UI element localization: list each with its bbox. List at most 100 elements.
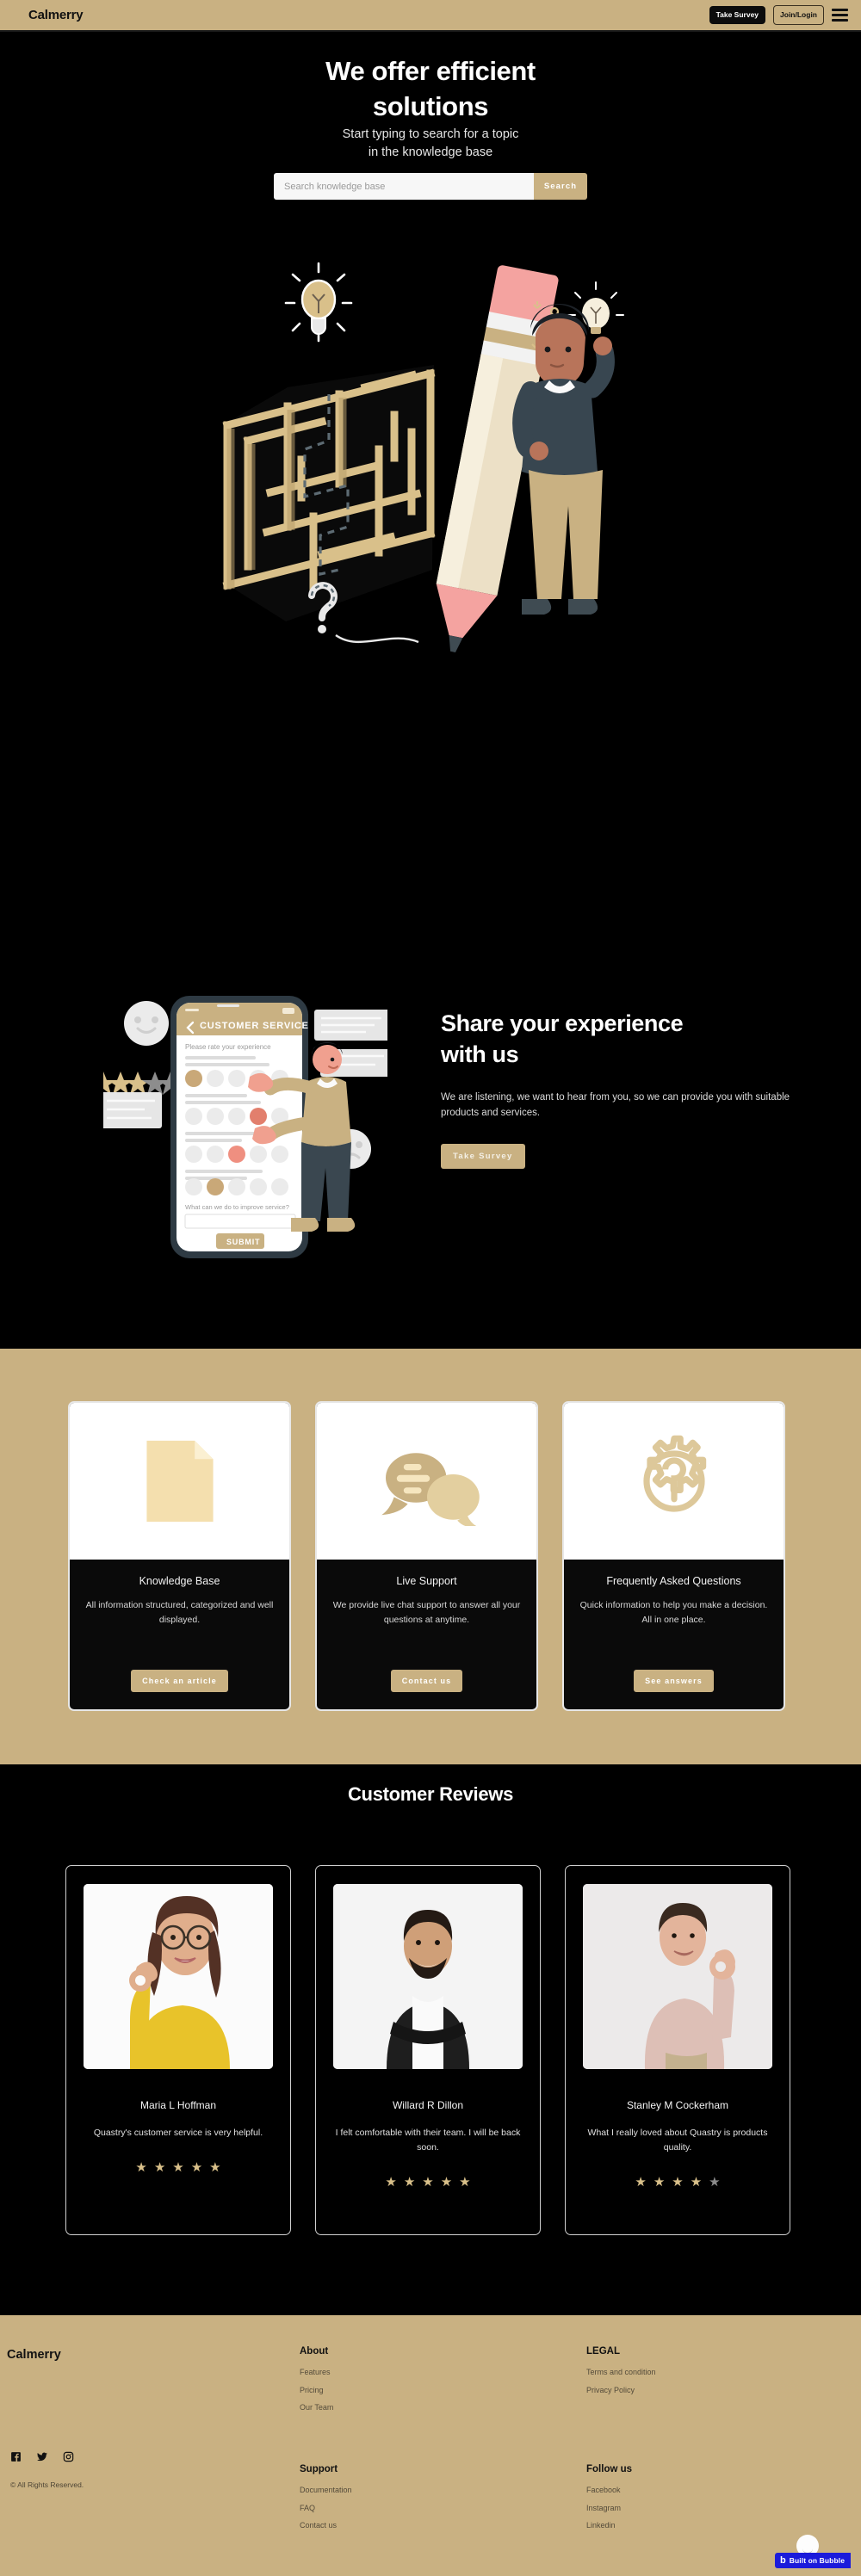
- footer-link-linkedin[interactable]: Linkedin: [586, 2521, 632, 2530]
- star-icon: ★: [403, 2174, 416, 2190]
- hero-subtitle-line-1: Start typing to search for a topic: [342, 127, 519, 141]
- man-black-shirt-arms-crossed-photo: [333, 1884, 523, 2069]
- facebook-icon[interactable]: [10, 2451, 22, 2462]
- star-icon: ★: [653, 2174, 666, 2190]
- star-icon: ★: [440, 2174, 453, 2190]
- share-title-line-1: Share your experience: [441, 1010, 684, 1036]
- star-icon: ★: [635, 2174, 647, 2190]
- maze-pencil-person-illustration: [207, 251, 654, 699]
- feature-card-body: Knowledge Base All information structure…: [70, 1560, 289, 1709]
- join-login-button[interactable]: Join/Login: [773, 5, 824, 25]
- feature-card-body: Live Support We provide live chat suppor…: [317, 1560, 536, 1709]
- rating-stars: ★ ★ ★ ★ ★: [635, 2176, 720, 2189]
- footer-link-facebook[interactable]: Facebook: [586, 2486, 632, 2494]
- footer-link-our-team[interactable]: Our Team: [300, 2403, 333, 2412]
- hero-subtitle-line-2: in the knowledge base: [368, 145, 493, 160]
- feature-card-live-support[interactable]: Live Support We provide live chat suppor…: [315, 1401, 538, 1711]
- built-on-bubble-badge[interactable]: b Built on Bubble: [775, 2553, 852, 2568]
- site-footer: Calmerry © All Rights Reserved. About Fe…: [0, 2315, 861, 2576]
- twitter-icon[interactable]: [36, 2451, 48, 2462]
- see-answers-button[interactable]: See answers: [634, 1670, 714, 1692]
- check-an-article-button[interactable]: Check an article: [131, 1670, 228, 1692]
- footer-copyright: © All Rights Reserved.: [10, 2480, 84, 2489]
- feature-card-body: Frequently Asked Questions Quick informa…: [564, 1560, 784, 1709]
- svg-text:Please rate your experience: Please rate your experience: [185, 1043, 271, 1051]
- site-header: Calmerry Take Survey Join/Login: [0, 0, 861, 32]
- search-input[interactable]: [274, 173, 534, 200]
- review-card: Maria L Hoffman Quastry's customer servi…: [65, 1865, 291, 2235]
- take-survey-cta-button[interactable]: Take Survey: [441, 1144, 525, 1170]
- footer-link-instagram[interactable]: Instagram: [586, 2504, 632, 2512]
- share-title-line-2: with us: [441, 1041, 519, 1067]
- footer-column-legal: LEGAL Terms and condition Privacy Policy: [586, 2346, 656, 2403]
- star-icon: ★: [459, 2174, 471, 2190]
- page-root: Calmerry Take Survey Join/Login We offer…: [0, 0, 861, 2576]
- feature-card-desc: All information structured, categorized …: [85, 1600, 274, 1625]
- feature-card-faq[interactable]: Frequently Asked Questions Quick informa…: [562, 1401, 785, 1711]
- search-bar: Search: [0, 173, 861, 200]
- footer-brand[interactable]: Calmerry: [7, 2348, 61, 2362]
- take-survey-button[interactable]: Take Survey: [709, 6, 766, 24]
- footer-link-contact-us[interactable]: Contact us: [300, 2521, 352, 2530]
- chat-bubbles-icon: [317, 1403, 536, 1560]
- review-card: Stanley M Cockerham What I really loved …: [565, 1865, 790, 2235]
- footer-link-pricing[interactable]: Pricing: [300, 2386, 333, 2394]
- star-icon: ★: [153, 2159, 166, 2175]
- page-title: We offer efficient solutions: [0, 54, 861, 125]
- footer-link-terms[interactable]: Terms and condition: [586, 2368, 656, 2376]
- hamburger-icon[interactable]: [832, 7, 848, 23]
- footer-column-heading: LEGAL: [586, 2346, 620, 2357]
- customer-service-survey-phone-illustration: CUSTOMER SERVICE Please rate your experi…: [90, 970, 391, 1263]
- reviewer-name: Willard R Dillon: [392, 2099, 463, 2111]
- gear-question-icon: [564, 1403, 784, 1560]
- star-icon: ★: [672, 2174, 684, 2190]
- hero-subtitle: Start typing to search for a topic in th…: [0, 126, 861, 162]
- feature-card-title: Knowledge Base: [139, 1575, 220, 1587]
- instagram-icon[interactable]: [63, 2451, 74, 2462]
- bubble-logo-icon: b: [780, 2554, 786, 2566]
- footer-column-follow-us: Follow us Facebook Instagram Linkedin: [586, 2464, 632, 2539]
- star-icon: ★: [190, 2159, 203, 2175]
- footer-link-privacy[interactable]: Privacy Policy: [586, 2386, 656, 2394]
- reviews-section: Customer Reviews Maria L Hoffman Quastry…: [0, 1764, 861, 2315]
- built-on-bubble-label: Built on Bubble: [789, 2556, 846, 2565]
- contact-us-button[interactable]: Contact us: [390, 1670, 463, 1692]
- share-body-text: We are listening, we want to hear from y…: [441, 1091, 790, 1119]
- feature-card-title: Live Support: [396, 1575, 457, 1587]
- feature-card-title: Frequently Asked Questions: [606, 1575, 741, 1587]
- footer-link-features[interactable]: Features: [300, 2368, 333, 2376]
- man-pink-sweater-ok-gesture-photo: [583, 1884, 772, 2069]
- star-icon: ★: [422, 2174, 434, 2190]
- feature-card-knowledge-base[interactable]: Knowledge Base All information structure…: [68, 1401, 291, 1711]
- star-icon: ★: [690, 2174, 703, 2190]
- share-title: Share your experience with us: [441, 1009, 828, 1071]
- share-text-block: Share your experience with us We are lis…: [441, 1009, 828, 1170]
- footer-column-about: About Features Pricing Our Team: [300, 2346, 333, 2421]
- search-button[interactable]: Search: [534, 173, 587, 200]
- star-icon: ★: [209, 2159, 221, 2175]
- review-text: What I really loved about Quastry is pro…: [587, 2128, 768, 2153]
- reviewer-name: Maria L Hoffman: [139, 2099, 217, 2111]
- rating-stars: ★ ★ ★ ★ ★: [135, 2161, 220, 2174]
- review-text: I felt comfortable with their team. I wi…: [335, 2128, 521, 2153]
- star-icon: ★: [172, 2159, 184, 2175]
- feature-card-desc: We provide live chat support to answer a…: [332, 1600, 521, 1625]
- hero-title-line-2: solutions: [372, 90, 489, 121]
- feature-card-list: Knowledge Base All information structure…: [68, 1401, 785, 1711]
- footer-column-heading: Support: [300, 2464, 338, 2474]
- reviews-title: Customer Reviews: [347, 1783, 514, 1805]
- footer-link-documentation[interactable]: Documentation: [300, 2486, 352, 2494]
- footer-link-faq[interactable]: FAQ: [300, 2504, 352, 2512]
- svg-text:CUSTOMER SERVICE: CUSTOMER SERVICE: [200, 1021, 309, 1031]
- share-experience-section: CUSTOMER SERVICE Please rate your experi…: [0, 918, 861, 1349]
- features-section: Knowledge Base All information structure…: [0, 1349, 861, 1764]
- woman-yellow-sweater-ok-gesture-photo: [84, 1884, 273, 2069]
- star-icon-empty: ★: [709, 2174, 721, 2190]
- review-text: Quastry's customer service is very helpf…: [93, 2128, 263, 2138]
- header-actions: Take Survey Join/Login: [709, 5, 848, 25]
- review-card-list: Maria L Hoffman Quastry's customer servi…: [65, 1865, 790, 2235]
- svg-text:What can we do to improve serv: What can we do to improve service?: [185, 1203, 289, 1211]
- feature-card-desc: Quick information to help you make a dec…: [579, 1600, 768, 1625]
- brand-logo[interactable]: Calmerry: [28, 8, 84, 22]
- reviewer-name: Stanley M Cockerham: [626, 2099, 729, 2111]
